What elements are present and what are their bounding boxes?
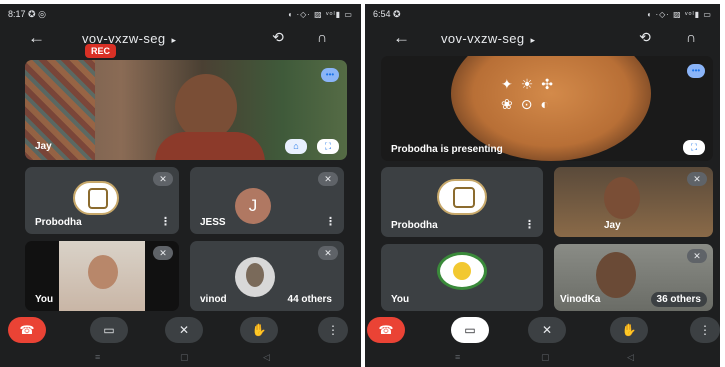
home-icon[interactable]: ▢ (180, 352, 189, 363)
college-logo-emblem (453, 262, 471, 280)
participant-tile[interactable]: J ✕ JESS ⋮ (190, 167, 344, 234)
muted-mic-icon: ✕ (687, 172, 707, 186)
participant-name: Probodha (391, 220, 438, 231)
left-meet-screen: 8:17 ✪ ◎ ◖ ·◇· ▨ ᵛᵒˡ▮ ▭ ← vov-vxzw-seg ▸ … (0, 4, 361, 367)
status-time: 6:54 (373, 8, 391, 19)
participant-video-tile[interactable]: ✕ VinodKa 36 others (554, 244, 713, 311)
others-count-button[interactable]: 44 others (281, 292, 338, 307)
participant-face (604, 177, 640, 219)
switch-camera-icon[interactable]: ⟲ (635, 29, 655, 45)
participant-name: VinodKa (560, 294, 601, 305)
audio-output-icon[interactable]: ∩ (681, 29, 701, 45)
more-options-icon[interactable]: ⋮ (690, 317, 720, 343)
participant-video-tile[interactable]: ✕ Jay (554, 167, 713, 237)
more-options-icon[interactable]: ⋮ (318, 317, 348, 343)
muted-mic-icon: ✕ (687, 249, 707, 263)
participant-name: Probodha (35, 217, 82, 228)
fullscreen-icon[interactable]: ⛶ (683, 140, 705, 155)
participant-face (246, 263, 264, 287)
status-time: 8:17 (8, 8, 26, 19)
recents-icon[interactable]: ≡ (95, 352, 100, 362)
call-controls: ☎ ▭ ✕ ✋ ⋮ (365, 317, 720, 347)
meeting-code: vov-vxzw-seg (441, 31, 525, 46)
college-logo (437, 179, 487, 215)
right-meet-screen: 6:54 ✪ ◖ ·◇· ▨ ᵛᵒˡ▮ ▭ ← vov-vxzw-seg ▸ ⟲ … (365, 4, 720, 367)
muted-mic-icon: ✕ (153, 246, 173, 260)
android-nav-bar: ≡ ▢ ◁ (365, 349, 720, 367)
main-tile-name: Jay (35, 141, 52, 152)
main-video-tile[interactable]: ••• Jay ⌂ ⛶ (25, 60, 347, 160)
raise-hand-icon[interactable]: ✋ (240, 317, 278, 343)
more-options-icon[interactable]: ⋮ (325, 215, 336, 228)
participant-tile[interactable]: ✕ Probodha ⋮ (25, 167, 179, 234)
home-icon[interactable]: ▢ (541, 352, 550, 363)
participant-clothing (155, 132, 265, 160)
muted-mic-icon: ✕ (318, 246, 338, 260)
participant-name: You (391, 294, 410, 305)
status-bar: 8:17 ✪ ◎ ◖ ·◇· ▨ ᵛᵒˡ▮ ▭ (8, 6, 353, 22)
switch-camera-icon[interactable]: ⟲ (268, 29, 288, 45)
android-nav-bar: ≡ ▢ ◁ (0, 349, 361, 367)
college-logo (73, 181, 119, 215)
more-options-icon[interactable]: ⋮ (160, 215, 171, 228)
chevron-right-icon: ▸ (171, 35, 177, 45)
camera-off-icon[interactable]: ▭ (451, 317, 489, 343)
fullscreen-icon[interactable]: ⛶ (317, 139, 339, 154)
speaking-indicator-icon: ••• (687, 64, 705, 78)
status-system-icons: ◖ ·◇· ▨ ᵛᵒˡ▮ ▭ (287, 9, 353, 19)
participant-tile[interactable]: ✕ vinod 44 others (190, 241, 344, 311)
avatar: J (235, 188, 271, 224)
presentation-tile[interactable]: ✦☀✣ ❀⊙◐ ••• Probodha is presenting ⛶ (381, 56, 713, 161)
participant-name: vinod (200, 294, 227, 305)
status-notification-icons: ✪ (393, 8, 401, 19)
camera-icon[interactable]: ▭ (90, 317, 128, 343)
audio-output-icon[interactable]: ∩ (312, 29, 332, 45)
chevron-right-icon: ▸ (530, 35, 536, 45)
participant-name: JESS (200, 217, 226, 228)
speaking-indicator-icon: ••• (321, 68, 339, 82)
back-nav-icon[interactable]: ◁ (263, 352, 270, 363)
presenting-label: Probodha is presenting (391, 144, 503, 155)
participant-face (596, 252, 636, 298)
raise-hand-icon[interactable]: ✋ (610, 317, 648, 343)
back-nav-icon[interactable]: ◁ (627, 352, 634, 363)
others-count-button[interactable]: 36 others (650, 292, 707, 307)
rangoli-design: ✦☀✣ ❀⊙◐ (501, 76, 562, 112)
status-notification-icons: ✪ ◎ (28, 8, 46, 19)
meeting-header: ← vov-vxzw-seg ▸ ⟲ ∩ (0, 24, 361, 54)
back-arrow-icon[interactable]: ← (393, 28, 410, 48)
status-bar: 6:54 ✪ ◖ ·◇· ▨ ᵛᵒˡ▮ ▭ (373, 6, 712, 22)
muted-mic-icon: ✕ (153, 172, 173, 186)
participant-face (175, 74, 237, 140)
participant-name: You (35, 294, 54, 305)
pin-icon[interactable]: ⌂ (285, 139, 307, 154)
recording-badge: REC (85, 44, 117, 58)
muted-mic-icon: ✕ (318, 172, 338, 186)
self-video-tile[interactable]: ✕ You (25, 241, 179, 311)
participant-tile[interactable]: You (381, 244, 543, 311)
meeting-code-button[interactable]: vov-vxzw-seg ▸ (441, 31, 535, 46)
end-call-icon[interactable]: ☎ (8, 317, 46, 343)
mic-off-icon[interactable]: ✕ (528, 317, 566, 343)
self-face (88, 255, 118, 289)
participant-tile[interactable]: Probodha ⋮ (381, 167, 543, 237)
meeting-header: ← vov-vxzw-seg ▸ ⟲ ∩ (365, 24, 720, 54)
mic-off-icon[interactable]: ✕ (165, 317, 203, 343)
back-arrow-icon[interactable]: ← (28, 28, 45, 48)
end-call-icon[interactable]: ☎ (367, 317, 405, 343)
status-system-icons: ◖ ·◇· ▨ ᵛᵒˡ▮ ▭ (646, 9, 712, 19)
recents-icon[interactable]: ≡ (455, 352, 460, 362)
more-options-icon[interactable]: ⋮ (524, 218, 535, 231)
participant-name: Jay (604, 220, 621, 231)
call-controls: ☎ ▭ ✕ ✋ ⋮ (0, 317, 361, 347)
